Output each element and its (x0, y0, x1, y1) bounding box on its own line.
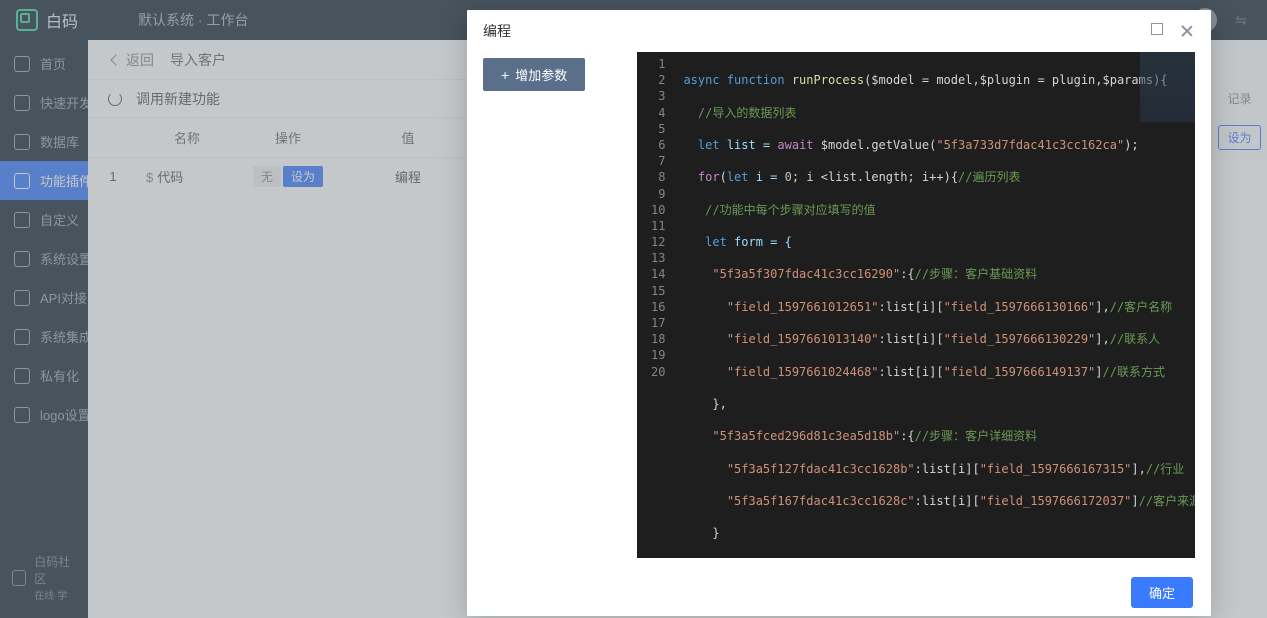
code-editor[interactable]: 1234567891011121314151617181920 async fu… (637, 52, 1195, 558)
confirm-button[interactable]: 确定 (1131, 577, 1193, 608)
minimap[interactable] (1140, 52, 1195, 122)
modal-body: + 增加参数 1234567891011121314151617181920 as… (467, 52, 1211, 568)
code-content[interactable]: async function runProcess($model = model… (675, 52, 1195, 558)
modal-left-col: + 增加参数 (483, 52, 623, 558)
close-icon[interactable] (1179, 23, 1195, 39)
modal-header: 编程 (467, 10, 1211, 52)
add-param-label: 增加参数 (515, 65, 567, 84)
plus-icon: + (501, 67, 509, 83)
modal-title: 编程 (483, 21, 511, 41)
modal-footer: 确定 (467, 568, 1211, 616)
expand-icon[interactable] (1151, 23, 1163, 35)
line-gutter: 1234567891011121314151617181920 (637, 52, 675, 558)
add-param-button[interactable]: + 增加参数 (483, 58, 585, 91)
code-modal: 编程 + 增加参数 1234567891011121314151617181920… (467, 10, 1211, 616)
